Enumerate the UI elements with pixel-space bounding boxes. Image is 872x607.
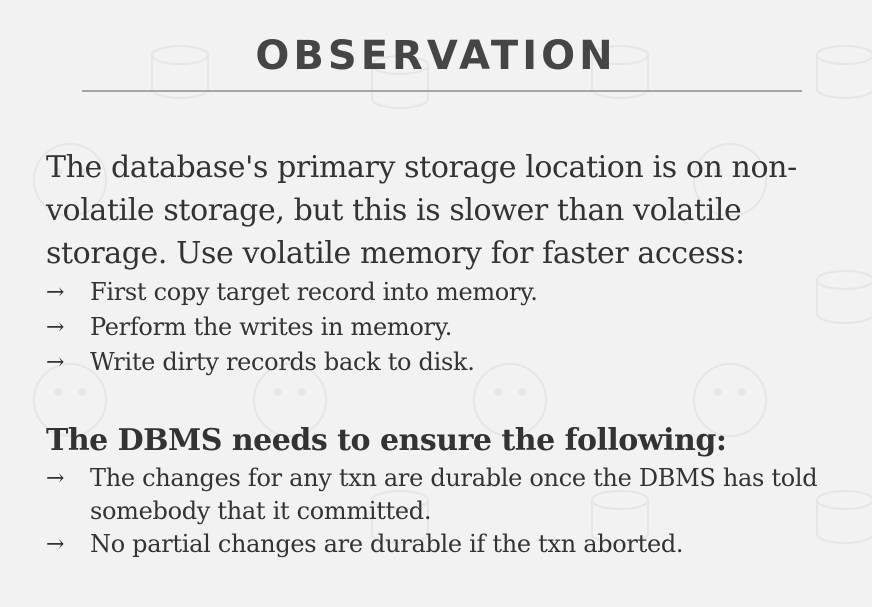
list-item: → First copy target record into memory. [46,275,836,310]
list-item-text: Perform the writes in memory. [90,313,453,341]
intro-paragraph: The database's primary storage location … [46,150,797,271]
arrow-icon: → [46,350,65,375]
slide-title: OBSERVATION [255,33,617,79]
title-underline [82,90,802,92]
list-item: → No partial changes are durable if the … [46,528,836,561]
slide-body: The database's primary storage location … [46,146,836,561]
list-item: → Write dirty records back to disk. [46,345,836,380]
list-item-text: First copy target record into memory. [90,278,538,306]
requirements-heading: The DBMS needs to ensure the following: [46,423,727,458]
arrow-icon: → [46,280,65,305]
list-item-text: The changes for any txn are durable once… [90,464,818,525]
list-item: → The changes for any txn are durable on… [46,462,836,528]
list-item-text: Write dirty records back to disk. [90,348,475,376]
requirements-list: → The changes for any txn are durable on… [46,462,836,561]
slide: OBSERVATION The database's primary stora… [0,0,872,607]
steps-list: → First copy target record into memory. … [46,275,836,380]
arrow-icon: → [46,315,65,340]
arrow-icon: → [46,532,65,557]
arrow-icon: → [46,466,65,491]
list-item: → Perform the writes in memory. [46,310,836,345]
list-item-text: No partial changes are durable if the tx… [90,530,684,558]
